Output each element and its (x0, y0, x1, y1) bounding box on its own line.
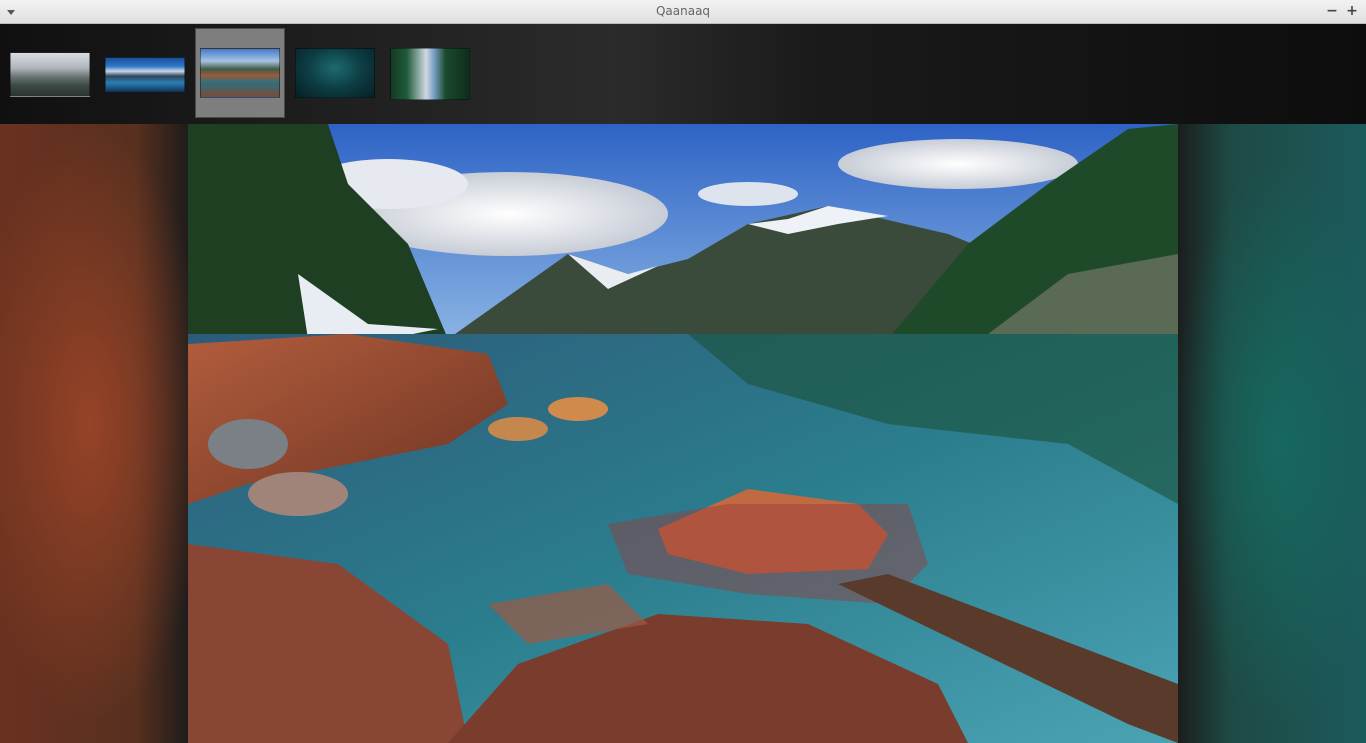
minimize-button[interactable]: − (1324, 3, 1340, 19)
thumbnail-pine-trees-snow-peak[interactable] (390, 48, 470, 100)
title-bar[interactable]: Qaanaaq − + (0, 0, 1366, 24)
window-title: Qaanaaq (655, 4, 711, 18)
main-image[interactable] (188, 124, 1178, 743)
thumbnail-misty-mountain-forest[interactable] (10, 52, 90, 97)
thumbnail-dark-teal-forest[interactable] (295, 48, 375, 98)
image-viewer-window: Qaanaaq − + (0, 0, 1366, 743)
window-controls: − + (1324, 3, 1360, 19)
thumbnail-strip (0, 24, 1366, 124)
thumbnail-mountain-lake-panorama[interactable] (105, 57, 185, 92)
maximize-button[interactable]: + (1344, 3, 1360, 19)
thumbnail-rocky-lake-shore[interactable] (200, 48, 280, 98)
